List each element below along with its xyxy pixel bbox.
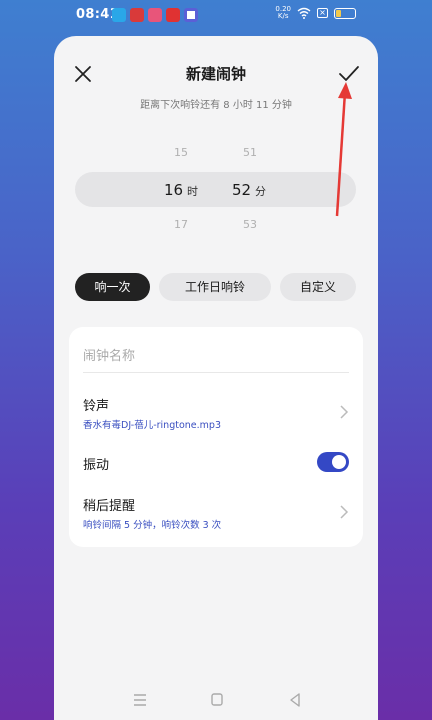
hour-wheel[interactable]: 16 时 xyxy=(151,180,211,199)
toggle-knob xyxy=(332,455,346,469)
ringtone-row[interactable]: 铃声 香水有毒DJ-蓓儿-ringtone.mp3 xyxy=(69,391,363,437)
alarm-name-input[interactable] xyxy=(83,341,349,373)
ringtone-label: 铃声 xyxy=(83,399,110,414)
vibrate-label: 振动 xyxy=(83,458,110,473)
status-indicators: 0.20 K/s × xyxy=(275,6,356,20)
back-icon[interactable] xyxy=(283,690,307,710)
snooze-row[interactable]: 稍后提醒 响铃间隔 5 分钟，响铃次数 3 次 xyxy=(69,491,363,537)
vibrate-row: 振动 xyxy=(69,451,363,475)
battery-fill xyxy=(336,9,341,17)
notification-icons xyxy=(112,8,198,22)
wifi-icon xyxy=(297,7,311,19)
minute-selected: 52 xyxy=(231,181,252,199)
net-speed: 0.20 K/s xyxy=(275,6,291,20)
minute-wheel[interactable]: 52 分 xyxy=(219,180,279,199)
hour-prev[interactable]: 15 xyxy=(151,146,211,159)
hour-selected: 16 xyxy=(163,181,184,199)
app-icon-blue xyxy=(112,8,126,22)
minute-next[interactable]: 53 xyxy=(220,218,280,231)
repeat-custom-chip[interactable]: 自定义 xyxy=(280,273,356,301)
system-nav-bar xyxy=(54,684,378,720)
chevron-right-icon xyxy=(340,505,349,519)
new-alarm-sheet: 新建闹钟 距离下次响铃还有 8 小时 11 分钟 15 51 16 时 52 分 1… xyxy=(54,36,378,720)
snooze-value: 响铃间隔 5 分钟，响铃次数 3 次 xyxy=(83,520,222,531)
minute-prev[interactable]: 51 xyxy=(220,146,280,159)
hour-next[interactable]: 17 xyxy=(151,218,211,231)
status-bar: 08:41 0.20 K/s × xyxy=(0,0,432,30)
time-picker-selection-band xyxy=(75,172,356,207)
confirm-check-icon[interactable] xyxy=(337,63,361,85)
app-icon-gear xyxy=(184,8,198,22)
no-sim-icon: × xyxy=(317,8,328,18)
snooze-label: 稍后提醒 xyxy=(83,499,136,514)
net-speed-unit: K/s xyxy=(277,12,289,20)
app-icon-red-logo xyxy=(166,8,180,22)
menu-icon[interactable] xyxy=(128,690,152,710)
home-icon[interactable] xyxy=(205,690,229,710)
battery-icon xyxy=(334,7,356,19)
ringtone-value: 香水有毒DJ-蓓儿-ringtone.mp3 xyxy=(83,420,221,431)
hour-unit: 时 xyxy=(187,185,199,198)
alarm-settings-card: 铃声 香水有毒DJ-蓓儿-ringtone.mp3 振动 稍后提醒 响铃间隔 5… xyxy=(69,327,363,547)
repeat-once-chip[interactable]: 响一次 xyxy=(75,273,150,301)
chevron-right-icon xyxy=(340,405,349,419)
vibrate-toggle[interactable] xyxy=(317,452,349,472)
app-icon-pink xyxy=(148,8,162,22)
repeat-workday-chip[interactable]: 工作日响铃 xyxy=(159,273,271,301)
next-ring-countdown: 距离下次响铃还有 8 小时 11 分钟 xyxy=(140,100,292,111)
app-icon-red xyxy=(130,8,144,22)
page-title: 新建闹钟 xyxy=(185,65,246,83)
minute-unit: 分 xyxy=(255,185,267,198)
